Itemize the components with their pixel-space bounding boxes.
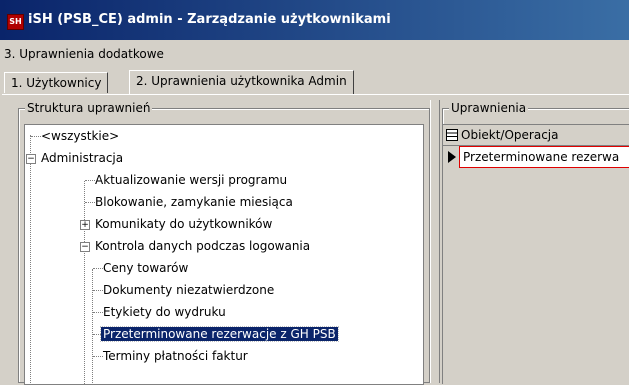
expand-collapse-icon[interactable]: + (80, 220, 90, 230)
tree-item-update-version[interactable]: Aktualizowanie wersji programu (95, 169, 287, 191)
tab-user-permissions-label: 2. Uprawnienia użytkownika Admin (136, 74, 347, 88)
expand-collapse-icon[interactable]: − (80, 242, 90, 252)
tree-item-label: Ceny towarów (103, 261, 189, 275)
tree-connector (93, 312, 103, 313)
permissions-structure-panel: Struktura uprawnień <wszystkie> − Admini… (18, 101, 430, 385)
tree-connector (31, 136, 41, 137)
tree-guide-root (30, 135, 31, 384)
tree-item-month-closing[interactable]: Blokowanie, zamykanie miesiąca (95, 191, 293, 213)
tree-connector (93, 290, 103, 291)
panel-splitter[interactable] (430, 100, 440, 383)
tree-item-label: Etykiety do wydruku (103, 305, 226, 319)
grid-header[interactable]: Obiekt/Operacja (443, 125, 629, 146)
grid-cell-object-operation[interactable]: Przeterminowane rezerwa (459, 146, 629, 168)
app-icon[interactable]: SH (7, 14, 24, 30)
tree-connector (93, 356, 103, 357)
tree-item-unapproved-documents[interactable]: Dokumenty niezatwierdzone (103, 279, 274, 301)
tree-item-label: Kontrola danych podczas logowania (95, 239, 311, 253)
tree-item-label: Dokumenty niezatwierdzone (103, 283, 275, 297)
permissions-panel: Uprawnienia Obiekt/Operacja Przeterminow… (442, 101, 629, 384)
tab-divider (2, 94, 629, 95)
window-title: iSH (PSB_CE) admin - Zarządzanie użytkow… (28, 12, 391, 27)
tree-item-payment-terms[interactable]: Terminy płatności faktur (103, 345, 248, 367)
tab-users-label: 1. Użytkownicy (11, 76, 102, 90)
grid-header-icon (446, 129, 458, 141)
tree-item-label: Komunikaty do użytkowników (95, 217, 273, 231)
tree-item-label: Aktualizowanie wersji programu (95, 173, 288, 187)
tab-user-permissions[interactable]: 2. Uprawnienia użytkownika Admin (129, 70, 354, 94)
tree-item-label: <wszystkie> (41, 129, 120, 143)
permissions-tree[interactable]: <wszystkie> − Administracja Aktualizowan… (24, 124, 424, 385)
menu-item-extra-permissions[interactable]: 3. Uprawnienia dodatkowe (0, 43, 629, 65)
permissions-title: Uprawnienia (449, 101, 529, 115)
tree-item-user-messages[interactable]: Komunikaty do użytkowników (95, 213, 272, 235)
tree-item-administration[interactable]: Administracja (41, 147, 123, 169)
grid-row[interactable]: Przeterminowane rezerwa (443, 146, 629, 168)
tab-users[interactable]: 1. Użytkownicy (4, 72, 109, 93)
tree-item-label-selected: Przeterminowane rezerwacje z GH PSB (100, 326, 339, 342)
tree-item-print-labels[interactable]: Etykiety do wydruku (103, 301, 226, 323)
tree-item-all[interactable]: <wszystkie> (41, 125, 119, 147)
tree-item-login-data-check[interactable]: Kontrola danych podczas logowania (95, 235, 310, 257)
permissions-grid[interactable]: Obiekt/Operacja Przeterminowane rezerwa (442, 124, 629, 384)
permissions-structure-title: Struktura uprawnień (25, 101, 153, 115)
title-bar[interactable]: SH iSH (PSB_CE) admin - Zarządzanie użyt… (0, 0, 629, 40)
expand-collapse-icon[interactable]: − (26, 154, 36, 164)
tree-guide-level1 (84, 181, 85, 384)
tree-item-expired-reservations[interactable]: Przeterminowane rezerwacje z GH PSB (100, 324, 339, 344)
tree-item-label: Blokowanie, zamykanie miesiąca (95, 195, 293, 209)
tree-item-label: Terminy płatności faktur (103, 349, 248, 363)
row-indicator-icon (448, 151, 456, 163)
column-header-object-operation[interactable]: Obiekt/Operacja (461, 125, 559, 145)
tree-item-label: Administracja (41, 151, 124, 165)
tab-strip: 1. Użytkownicy 2. Uprawnienia użytkownik… (4, 70, 629, 94)
tree-item-product-prices[interactable]: Ceny towarów (103, 257, 188, 279)
tree-connector (93, 268, 103, 269)
tree-guide-level2 (92, 269, 93, 384)
tree-connector (85, 202, 95, 203)
tree-connector (85, 180, 95, 181)
